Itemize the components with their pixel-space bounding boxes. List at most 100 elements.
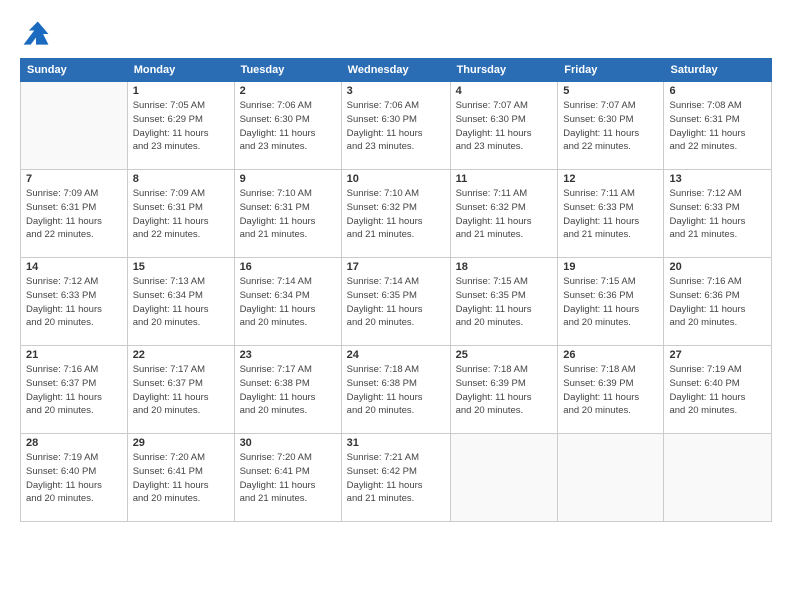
day-number: 1: [133, 85, 229, 97]
page: SundayMondayTuesdayWednesdayThursdayFrid…: [0, 0, 792, 612]
day-info: Sunrise: 7:16 AM Sunset: 6:37 PM Dayligh…: [26, 363, 122, 418]
day-info: Sunrise: 7:06 AM Sunset: 6:30 PM Dayligh…: [240, 99, 336, 154]
calendar: SundayMondayTuesdayWednesdayThursdayFrid…: [20, 58, 772, 522]
calendar-cell: 22 Sunrise: 7:17 AM Sunset: 6:37 PM Dayli…: [127, 346, 234, 434]
calendar-cell: 30 Sunrise: 7:20 AM Sunset: 6:41 PM Dayli…: [234, 434, 341, 522]
logo: [20, 18, 56, 50]
calendar-cell: 31 Sunrise: 7:21 AM Sunset: 6:42 PM Dayli…: [341, 434, 450, 522]
day-info: Sunrise: 7:18 AM Sunset: 6:39 PM Dayligh…: [456, 363, 553, 418]
calendar-cell: 2 Sunrise: 7:06 AM Sunset: 6:30 PM Daylig…: [234, 82, 341, 170]
calendar-cell: 15 Sunrise: 7:13 AM Sunset: 6:34 PM Dayli…: [127, 258, 234, 346]
calendar-cell: 11 Sunrise: 7:11 AM Sunset: 6:32 PM Dayli…: [450, 170, 558, 258]
col-header-saturday: Saturday: [664, 59, 772, 82]
day-number: 24: [347, 349, 445, 361]
week-row-1: 1Sunrise: 7:05 AM Sunset: 6:29 PM Daylig…: [21, 82, 772, 170]
col-header-wednesday: Wednesday: [341, 59, 450, 82]
col-header-monday: Monday: [127, 59, 234, 82]
day-number: 14: [26, 261, 122, 273]
calendar-cell: 26 Sunrise: 7:18 AM Sunset: 6:39 PM Dayli…: [558, 346, 664, 434]
week-row-3: 14 Sunrise: 7:12 AM Sunset: 6:33 PM Dayli…: [21, 258, 772, 346]
col-header-friday: Friday: [558, 59, 664, 82]
day-number: 23: [240, 349, 336, 361]
calendar-cell: 10 Sunrise: 7:10 AM Sunset: 6:32 PM Dayli…: [341, 170, 450, 258]
calendar-cell: 17 Sunrise: 7:14 AM Sunset: 6:35 PM Dayli…: [341, 258, 450, 346]
day-number: 18: [456, 261, 553, 273]
calendar-cell: [450, 434, 558, 522]
day-info: Sunrise: 7:10 AM Sunset: 6:31 PM Dayligh…: [240, 187, 336, 242]
day-number: 16: [240, 261, 336, 273]
calendar-cell: [21, 82, 128, 170]
day-info: Sunrise: 7:21 AM Sunset: 6:42 PM Dayligh…: [347, 451, 445, 506]
calendar-cell: 1Sunrise: 7:05 AM Sunset: 6:29 PM Daylig…: [127, 82, 234, 170]
calendar-cell: 8 Sunrise: 7:09 AM Sunset: 6:31 PM Daylig…: [127, 170, 234, 258]
calendar-cell: 9Sunrise: 7:10 AM Sunset: 6:31 PM Daylig…: [234, 170, 341, 258]
calendar-header-row: SundayMondayTuesdayWednesdayThursdayFrid…: [21, 59, 772, 82]
day-number: 5: [563, 85, 658, 97]
calendar-cell: 16 Sunrise: 7:14 AM Sunset: 6:34 PM Dayli…: [234, 258, 341, 346]
day-info: Sunrise: 7:12 AM Sunset: 6:33 PM Dayligh…: [26, 275, 122, 330]
day-info: Sunrise: 7:15 AM Sunset: 6:35 PM Dayligh…: [456, 275, 553, 330]
calendar-cell: 23 Sunrise: 7:17 AM Sunset: 6:38 PM Dayli…: [234, 346, 341, 434]
week-row-4: 21 Sunrise: 7:16 AM Sunset: 6:37 PM Dayli…: [21, 346, 772, 434]
day-info: Sunrise: 7:07 AM Sunset: 6:30 PM Dayligh…: [456, 99, 553, 154]
day-info: Sunrise: 7:17 AM Sunset: 6:38 PM Dayligh…: [240, 363, 336, 418]
header: [20, 18, 772, 50]
day-info: Sunrise: 7:18 AM Sunset: 6:38 PM Dayligh…: [347, 363, 445, 418]
day-number: 20: [669, 261, 766, 273]
calendar-cell: 7Sunrise: 7:09 AM Sunset: 6:31 PM Daylig…: [21, 170, 128, 258]
day-info: Sunrise: 7:11 AM Sunset: 6:32 PM Dayligh…: [456, 187, 553, 242]
day-number: 15: [133, 261, 229, 273]
day-number: 3: [347, 85, 445, 97]
calendar-cell: 27Sunrise: 7:19 AM Sunset: 6:40 PM Dayli…: [664, 346, 772, 434]
day-number: 22: [133, 349, 229, 361]
week-row-2: 7Sunrise: 7:09 AM Sunset: 6:31 PM Daylig…: [21, 170, 772, 258]
day-info: Sunrise: 7:07 AM Sunset: 6:30 PM Dayligh…: [563, 99, 658, 154]
calendar-cell: 14 Sunrise: 7:12 AM Sunset: 6:33 PM Dayli…: [21, 258, 128, 346]
day-info: Sunrise: 7:11 AM Sunset: 6:33 PM Dayligh…: [563, 187, 658, 242]
calendar-cell: 12 Sunrise: 7:11 AM Sunset: 6:33 PM Dayli…: [558, 170, 664, 258]
day-number: 29: [133, 437, 229, 449]
calendar-cell: 28Sunrise: 7:19 AM Sunset: 6:40 PM Dayli…: [21, 434, 128, 522]
calendar-cell: [664, 434, 772, 522]
day-number: 8: [133, 173, 229, 185]
day-number: 2: [240, 85, 336, 97]
calendar-cell: 20Sunrise: 7:16 AM Sunset: 6:36 PM Dayli…: [664, 258, 772, 346]
day-number: 11: [456, 173, 553, 185]
calendar-cell: [558, 434, 664, 522]
day-info: Sunrise: 7:20 AM Sunset: 6:41 PM Dayligh…: [240, 451, 336, 506]
day-number: 10: [347, 173, 445, 185]
day-info: Sunrise: 7:10 AM Sunset: 6:32 PM Dayligh…: [347, 187, 445, 242]
day-info: Sunrise: 7:18 AM Sunset: 6:39 PM Dayligh…: [563, 363, 658, 418]
calendar-cell: 4Sunrise: 7:07 AM Sunset: 6:30 PM Daylig…: [450, 82, 558, 170]
week-row-5: 28Sunrise: 7:19 AM Sunset: 6:40 PM Dayli…: [21, 434, 772, 522]
day-info: Sunrise: 7:15 AM Sunset: 6:36 PM Dayligh…: [563, 275, 658, 330]
day-info: Sunrise: 7:17 AM Sunset: 6:37 PM Dayligh…: [133, 363, 229, 418]
day-info: Sunrise: 7:14 AM Sunset: 6:34 PM Dayligh…: [240, 275, 336, 330]
calendar-cell: 3 Sunrise: 7:06 AM Sunset: 6:30 PM Daylig…: [341, 82, 450, 170]
calendar-cell: 6Sunrise: 7:08 AM Sunset: 6:31 PM Daylig…: [664, 82, 772, 170]
calendar-cell: 5 Sunrise: 7:07 AM Sunset: 6:30 PM Daylig…: [558, 82, 664, 170]
day-number: 13: [669, 173, 766, 185]
day-number: 19: [563, 261, 658, 273]
day-number: 12: [563, 173, 658, 185]
day-number: 26: [563, 349, 658, 361]
calendar-cell: 24 Sunrise: 7:18 AM Sunset: 6:38 PM Dayli…: [341, 346, 450, 434]
day-info: Sunrise: 7:14 AM Sunset: 6:35 PM Dayligh…: [347, 275, 445, 330]
day-info: Sunrise: 7:06 AM Sunset: 6:30 PM Dayligh…: [347, 99, 445, 154]
day-number: 30: [240, 437, 336, 449]
day-info: Sunrise: 7:19 AM Sunset: 6:40 PM Dayligh…: [669, 363, 766, 418]
day-number: 31: [347, 437, 445, 449]
day-number: 17: [347, 261, 445, 273]
calendar-cell: 18 Sunrise: 7:15 AM Sunset: 6:35 PM Dayli…: [450, 258, 558, 346]
day-info: Sunrise: 7:13 AM Sunset: 6:34 PM Dayligh…: [133, 275, 229, 330]
day-info: Sunrise: 7:09 AM Sunset: 6:31 PM Dayligh…: [26, 187, 122, 242]
day-number: 25: [456, 349, 553, 361]
calendar-cell: 13Sunrise: 7:12 AM Sunset: 6:33 PM Dayli…: [664, 170, 772, 258]
calendar-cell: 21 Sunrise: 7:16 AM Sunset: 6:37 PM Dayli…: [21, 346, 128, 434]
day-info: Sunrise: 7:09 AM Sunset: 6:31 PM Dayligh…: [133, 187, 229, 242]
day-number: 21: [26, 349, 122, 361]
calendar-cell: 25 Sunrise: 7:18 AM Sunset: 6:39 PM Dayli…: [450, 346, 558, 434]
col-header-tuesday: Tuesday: [234, 59, 341, 82]
logo-icon: [20, 18, 52, 50]
day-info: Sunrise: 7:19 AM Sunset: 6:40 PM Dayligh…: [26, 451, 122, 506]
